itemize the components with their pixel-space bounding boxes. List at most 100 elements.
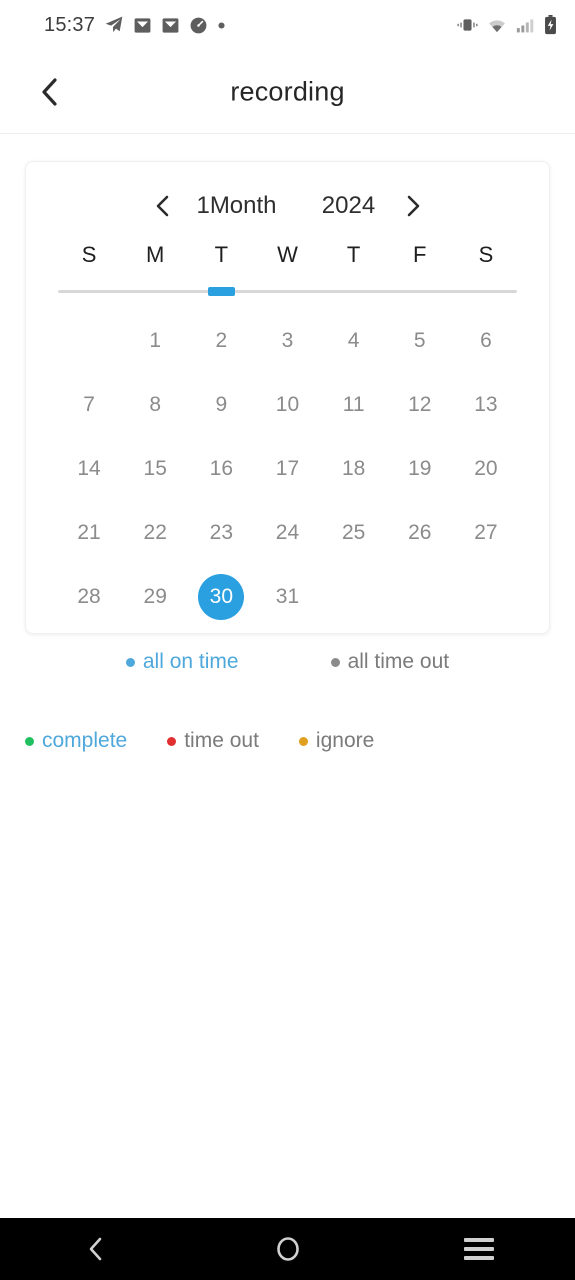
day-cell[interactable]: 16 bbox=[188, 437, 254, 501]
day-cell[interactable]: 21 bbox=[56, 501, 122, 565]
calendar-year-label[interactable]: 2024 bbox=[307, 192, 391, 220]
day-label: 17 bbox=[275, 457, 300, 480]
day-label: 25 bbox=[341, 521, 366, 544]
system-navigation-bar bbox=[0, 1218, 575, 1280]
day-cell[interactable]: 18 bbox=[321, 437, 387, 501]
day-cell[interactable]: 20 bbox=[453, 437, 519, 501]
day-cell[interactable]: 1 bbox=[122, 309, 188, 373]
legend-ignore[interactable]: ignore bbox=[298, 729, 375, 753]
day-cell-selected[interactable]: 30 bbox=[188, 565, 254, 629]
legend-label: time out bbox=[184, 729, 259, 752]
legend-complete[interactable]: complete bbox=[25, 729, 127, 753]
weekday-header-row: SMTWTFS bbox=[26, 242, 549, 268]
day-cell[interactable]: 5 bbox=[387, 309, 453, 373]
status-dot-icon bbox=[330, 657, 340, 667]
day-label: 29 bbox=[143, 585, 167, 608]
status-dot-icon bbox=[167, 736, 177, 746]
day-cell[interactable]: 12 bbox=[387, 373, 453, 437]
day-cell[interactable]: 13 bbox=[453, 373, 519, 437]
day-cell[interactable]: 29 bbox=[122, 565, 188, 629]
day-cell[interactable]: 23 bbox=[188, 501, 254, 565]
chevron-right-icon bbox=[407, 195, 419, 217]
calendar-next-button[interactable] bbox=[391, 186, 435, 226]
filter-all-on-time[interactable]: all on time bbox=[125, 650, 239, 674]
day-label: 8 bbox=[149, 393, 162, 416]
legend-time-out[interactable]: time out bbox=[167, 729, 259, 753]
nav-recents-icon bbox=[464, 1238, 495, 1260]
status-dot-icon bbox=[25, 736, 34, 746]
day-label: 14 bbox=[77, 457, 101, 480]
weekday-label: S bbox=[81, 242, 97, 267]
day-cell[interactable]: 19 bbox=[387, 437, 453, 501]
calendar-days-grid: 1 2 3 4 5 6 7 8 9 10 11 12 13 14 15 16 17 18 19 20 21 22 23 24 2… bbox=[26, 309, 549, 629]
weekday-label: T bbox=[346, 242, 361, 267]
day-label: 7 bbox=[83, 393, 95, 416]
day-label: 5 bbox=[413, 329, 426, 352]
day-label: 11 bbox=[342, 393, 365, 416]
day-cell[interactable]: 27 bbox=[453, 501, 519, 565]
day-label: 24 bbox=[275, 521, 300, 544]
day-cell[interactable]: 2 bbox=[188, 309, 254, 373]
mail-icon bbox=[134, 17, 151, 33]
dot-icon bbox=[218, 21, 225, 29]
day-cell[interactable]: 22 bbox=[122, 501, 188, 565]
day-cell[interactable]: 6 bbox=[453, 309, 519, 373]
day-cell[interactable]: 9 bbox=[188, 373, 254, 437]
nav-back-icon bbox=[89, 1237, 102, 1261]
day-cell[interactable]: 26 bbox=[387, 501, 453, 565]
telegram-send-icon bbox=[105, 16, 123, 33]
nav-recents-button[interactable] bbox=[383, 1238, 575, 1260]
day-cell[interactable]: 7 bbox=[56, 373, 122, 437]
day-cell[interactable]: 3 bbox=[254, 309, 320, 373]
day-cell[interactable]: 14 bbox=[56, 437, 122, 501]
filter-row: all on time all time out bbox=[0, 650, 575, 674]
day-cell-empty bbox=[56, 309, 122, 373]
calendar-card: 1Month 2024 SMTWTFS 1 2 3 4 5 6 7 8 9 10 11 12 13 14 1… bbox=[25, 161, 550, 634]
nav-back-button[interactable] bbox=[0, 1236, 192, 1262]
filter-all-time-out[interactable]: all time out bbox=[330, 650, 450, 674]
day-label: 27 bbox=[474, 521, 498, 544]
legend-label: ignore bbox=[315, 729, 375, 752]
weekday-label: W bbox=[277, 242, 298, 267]
vibrate-icon bbox=[457, 19, 478, 31]
wifi-icon bbox=[489, 19, 505, 32]
day-cell[interactable]: 17 bbox=[254, 437, 320, 501]
nav-home-button[interactable] bbox=[192, 1236, 384, 1262]
calendar-month-label[interactable]: 1Month bbox=[185, 192, 289, 220]
day-cell[interactable]: 11 bbox=[321, 373, 387, 437]
mail-icon bbox=[162, 17, 179, 33]
signal-icon bbox=[516, 18, 534, 32]
legend-label: complete bbox=[42, 729, 128, 752]
day-cell[interactable]: 8 bbox=[122, 373, 188, 437]
calendar-scroll-thumb[interactable] bbox=[208, 287, 236, 296]
page-title: recording bbox=[230, 76, 345, 106]
day-cell[interactable]: 25 bbox=[321, 501, 387, 565]
day-label: 21 bbox=[77, 521, 101, 544]
legend-row: complete time out ignore bbox=[25, 729, 374, 753]
day-cell[interactable]: 28 bbox=[56, 565, 122, 629]
status-bar: 15:37 bbox=[0, 0, 575, 50]
day-label: 18 bbox=[341, 457, 366, 480]
day-cell[interactable]: 24 bbox=[254, 501, 320, 565]
status-dot-icon bbox=[125, 657, 135, 667]
status-bar-left: 15:37 bbox=[44, 14, 226, 37]
day-label: 3 bbox=[281, 329, 294, 352]
phone-screen: 15:37 recording 1Month 2024 S M T W T F … bbox=[0, 0, 575, 1280]
day-label: 31 bbox=[275, 585, 300, 608]
day-label: 19 bbox=[408, 457, 432, 480]
day-cell[interactable]: 4 bbox=[321, 309, 387, 373]
day-label: 23 bbox=[209, 521, 234, 544]
day-cell[interactable]: 15 bbox=[122, 437, 188, 501]
day-label: 6 bbox=[480, 329, 492, 352]
calendar-prev-button[interactable] bbox=[141, 186, 185, 226]
day-label: 22 bbox=[143, 521, 167, 544]
filter-label: all time out bbox=[347, 650, 450, 673]
day-label: 15 bbox=[143, 457, 167, 480]
day-cell[interactable]: 31 bbox=[254, 565, 320, 629]
status-time: 15:37 bbox=[44, 13, 96, 36]
day-cell[interactable]: 10 bbox=[254, 373, 320, 437]
status-bar-right bbox=[457, 15, 557, 35]
calendar-scroll-track[interactable] bbox=[58, 287, 517, 296]
nav-home-icon bbox=[276, 1237, 299, 1261]
clock-icon bbox=[190, 17, 207, 33]
